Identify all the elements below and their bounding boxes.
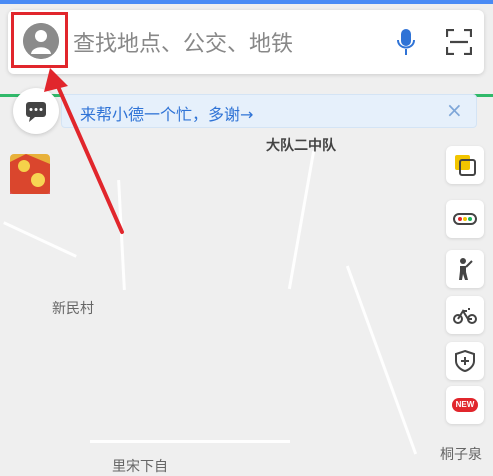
layers-button[interactable] — [446, 146, 484, 184]
shield-icon — [455, 349, 475, 373]
new-feature-button[interactable]: NEW — [446, 386, 484, 424]
feedback-banner[interactable]: 来帮小德一个忙，多谢→ × — [61, 94, 477, 128]
avatar-highlight-box — [11, 12, 68, 68]
map-label-village: 新民村 — [52, 301, 94, 317]
poi-marker-icon[interactable] — [6, 152, 54, 196]
pedestrian-button[interactable] — [446, 250, 484, 288]
traffic-icon — [453, 213, 477, 225]
banner-text[interactable]: 来帮小德一个忙，多谢→ — [80, 101, 253, 125]
new-badge-icon: NEW — [452, 398, 478, 412]
chat-button[interactable] — [13, 88, 59, 134]
search-input[interactable]: 查找地点、公交、地铁 — [73, 26, 293, 58]
safety-button[interactable] — [446, 342, 484, 380]
layers-icon — [455, 155, 476, 176]
bike-button[interactable] — [446, 296, 484, 334]
road — [287, 150, 316, 290]
microphone-icon[interactable] — [396, 28, 416, 56]
road — [90, 440, 290, 443]
traffic-button[interactable] — [446, 200, 484, 238]
chat-icon — [26, 102, 46, 122]
map-label-bottom-center: 里宋下自 — [112, 459, 168, 475]
map-label-team: 大队二中队 — [266, 138, 336, 154]
close-icon[interactable]: × — [446, 98, 463, 122]
bike-icon — [453, 308, 477, 324]
map-label-bottom-right: 桐子泉 — [440, 447, 482, 463]
pedestrian-icon — [459, 258, 473, 280]
scan-icon[interactable] — [446, 29, 472, 55]
road — [345, 265, 418, 455]
top-accent-bar — [0, 0, 493, 4]
road — [3, 221, 77, 258]
road — [117, 179, 126, 291]
